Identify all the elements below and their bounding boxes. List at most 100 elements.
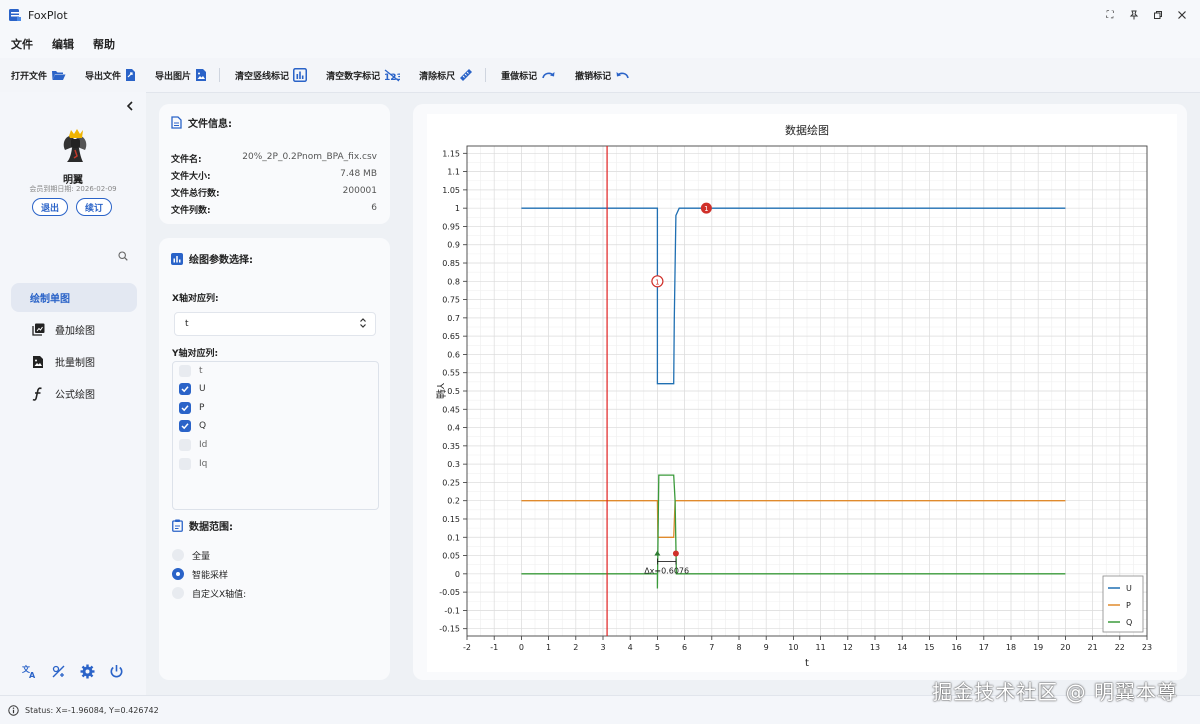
- bar-chart-icon: [293, 68, 308, 82]
- y-tick-label: 0.65: [442, 332, 460, 341]
- menu-file[interactable]: 文件: [11, 36, 33, 52]
- export-file-button[interactable]: 导出文件: [85, 68, 136, 82]
- radio-unselected[interactable]: [172, 549, 184, 561]
- status-text: Status: X=-1.96084, Y=0.426742: [25, 705, 159, 715]
- x-axis-select[interactable]: t: [174, 312, 376, 336]
- clear-ruler-button[interactable]: 清除标尺: [419, 68, 473, 82]
- membership-expiry: 会员到期日期: 2026-02-09: [0, 184, 146, 194]
- file-info-header: 文件信息:: [171, 115, 232, 130]
- y-tick-label: 0.95: [442, 222, 460, 231]
- radio-unselected[interactable]: [172, 587, 184, 599]
- x-tick-label: 22: [1115, 643, 1125, 652]
- y-tick-label: 0.75: [442, 296, 460, 305]
- chart-canvas[interactable]: 数据绘图-2 -1 0 1 2 3 4 5 6 7 8 9 10 11 12 13 14 15 16 17 18 19 20…: [427, 114, 1177, 672]
- nav-formula-plot-label: 公式绘图: [55, 390, 95, 401]
- y-column-item[interactable]: Iq: [179, 457, 207, 471]
- undo-mark-label: 撤销标记: [575, 71, 612, 82]
- x-tick-label: 14: [897, 643, 907, 652]
- y-tick-label: 1.1: [447, 168, 460, 177]
- y-tick-label: 0.05: [442, 552, 460, 561]
- sidebar-footer: 文A: [22, 664, 124, 682]
- x-axis-label: X轴对应列:: [172, 294, 219, 304]
- translate-icon[interactable]: 文A: [22, 664, 37, 682]
- expiry-label: 会员到期日期:: [29, 185, 74, 193]
- nav-single-plot[interactable]: 绘制单图: [11, 283, 137, 312]
- checkbox-checked[interactable]: [179, 420, 191, 432]
- title-bar: FoxPlot ⛶: [0, 0, 1200, 30]
- checkbox-unchecked[interactable]: [179, 439, 191, 451]
- nav-batch-plot[interactable]: 批量制图: [11, 347, 137, 376]
- checkbox-unchecked[interactable]: [179, 365, 191, 377]
- restore-icon[interactable]: [1148, 5, 1168, 25]
- x-tick-label: 7: [709, 643, 714, 652]
- y-column-item[interactable]: U: [179, 382, 206, 396]
- export-image-label: 导出图片: [155, 71, 192, 82]
- range-option-label: 自定义X轴值:: [192, 589, 247, 600]
- logout-button[interactable]: 退出: [32, 198, 69, 216]
- y-tick-label: -0.05: [439, 588, 460, 597]
- y-tick-label: 0.5: [447, 387, 460, 396]
- expiry-date: 2026-02-09: [75, 185, 117, 193]
- theme-toggle-icon[interactable]: [51, 664, 66, 682]
- power-icon[interactable]: [109, 664, 124, 682]
- x-tick-label: 12: [843, 643, 853, 652]
- x-tick-label: -2: [463, 643, 471, 652]
- renew-button[interactable]: 续订: [76, 198, 113, 216]
- range-option[interactable]: 智能采样: [172, 567, 228, 581]
- x-tick-label: 16: [952, 643, 962, 652]
- y-tick-label: 0.25: [442, 478, 460, 487]
- undo-mark-button[interactable]: 撤销标记: [575, 69, 630, 82]
- file-name-value: 20%_2P_0.2Pnom_BPA_fix.csv: [242, 152, 377, 162]
- app-logo-icon: [9, 9, 21, 21]
- toolbar: 打开文件 导出文件 导出图片 清空竖线标记 清空数字标记 123 清除标尺 重做…: [0, 58, 1200, 93]
- checkbox-unchecked[interactable]: [179, 458, 191, 470]
- watermark: 掘金技术社区 @ 明翼本尊: [932, 680, 1178, 704]
- x-tick-label: 13: [870, 643, 880, 652]
- range-option[interactable]: 自定义X轴值:: [172, 586, 246, 600]
- number-mark-label: 1: [704, 205, 708, 213]
- y-column-item[interactable]: Q: [179, 419, 206, 433]
- open-file-button[interactable]: 打开文件: [11, 69, 66, 82]
- radio-selected[interactable]: [172, 568, 184, 580]
- file-info-row: 文件名: 20%_2P_0.2Pnom_BPA_fix.csv: [171, 152, 377, 165]
- settings-gear-icon[interactable]: [80, 664, 95, 682]
- pin-icon[interactable]: [1124, 5, 1144, 25]
- file-name-key: 文件名:: [171, 155, 202, 165]
- search-icon[interactable]: [118, 251, 128, 264]
- chart-area[interactable]: 数据绘图 -2 -1 0 1 2 3 4 5 6 7 8 9 10 11 12 13 14 15 16 17 18 19 20…: [427, 114, 1177, 672]
- fullscreen-icon[interactable]: ⛶: [1100, 5, 1120, 25]
- nav-formula-plot[interactable]: 公式绘图: [11, 379, 137, 408]
- clear-vlines-button[interactable]: 清空竖线标记: [235, 68, 308, 82]
- y-column-name: U: [199, 384, 206, 394]
- column-count-key: 文件列数:: [171, 206, 211, 216]
- export-image-button[interactable]: 导出图片: [155, 68, 207, 82]
- y-column-item[interactable]: t: [179, 364, 203, 378]
- y-column-name: Iq: [199, 459, 208, 469]
- menu-help[interactable]: 帮助: [93, 36, 115, 52]
- range-option[interactable]: 全量: [172, 548, 210, 562]
- y-tick-label: 0.9: [447, 241, 460, 250]
- redo-mark-button[interactable]: 重做标记: [501, 69, 556, 82]
- y-axis-label: Y轴: [434, 382, 447, 399]
- info-icon: [8, 704, 19, 716]
- checkbox-checked[interactable]: [179, 383, 191, 395]
- y-tick-label: 1.05: [442, 186, 460, 195]
- close-icon[interactable]: [1172, 5, 1192, 25]
- nav-overlay-plot[interactable]: 叠加绘图: [11, 315, 137, 344]
- checkbox-checked[interactable]: [179, 402, 191, 414]
- y-column-name: Q: [199, 421, 207, 431]
- clear-number-marks-button[interactable]: 清空数字标记 123: [326, 68, 400, 82]
- x-tick-label: 23: [1142, 643, 1152, 652]
- plot-params-header: 绘图参数选择:: [171, 251, 253, 266]
- clipboard-icon: [172, 519, 183, 532]
- open-file-label: 打开文件: [11, 71, 48, 82]
- nav-overlay-plot-label: 叠加绘图: [55, 326, 95, 337]
- menu-edit[interactable]: 编辑: [52, 36, 74, 52]
- clear-ruler-label: 清除标尺: [419, 71, 456, 82]
- y-column-item[interactable]: P: [179, 401, 204, 415]
- y-column-item[interactable]: Id: [179, 438, 207, 452]
- collapse-sidebar-icon[interactable]: [126, 100, 134, 114]
- chart-panel: 数据绘图 -2 -1 0 1 2 3 4 5 6 7 8 9 10 11 12 13 14 15 16 17 18 19 20…: [413, 104, 1187, 680]
- folder-open-icon: [52, 71, 66, 80]
- x-tick-label: 2: [573, 643, 578, 652]
